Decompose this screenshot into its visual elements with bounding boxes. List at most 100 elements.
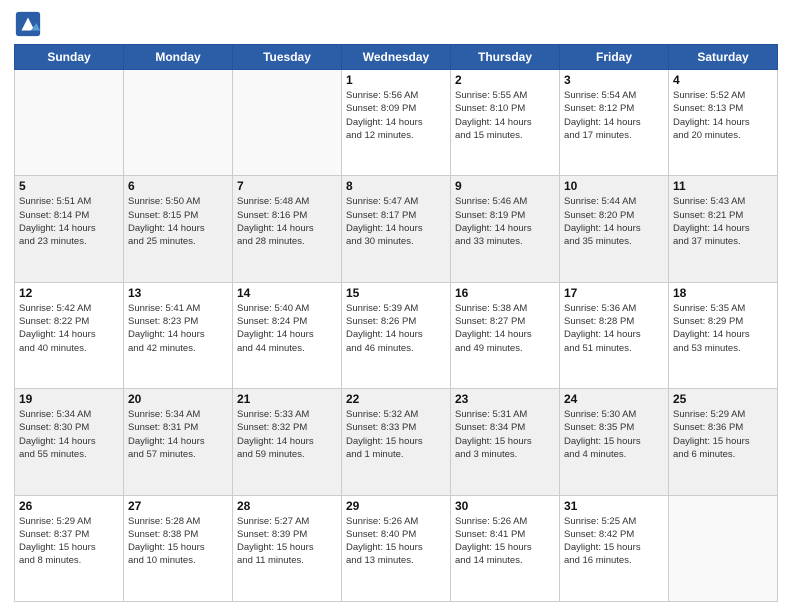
day-number: 13 (128, 286, 228, 300)
day-number: 26 (19, 499, 119, 513)
day-info: Sunrise: 5:54 AM Sunset: 8:12 PM Dayligh… (564, 89, 664, 142)
day-info: Sunrise: 5:25 AM Sunset: 8:42 PM Dayligh… (564, 515, 664, 568)
day-number: 12 (19, 286, 119, 300)
calendar-day-cell: 6 Sunrise: 5:50 AM Sunset: 8:15 PM Daylig… (124, 176, 233, 282)
calendar-day-header: Wednesday (342, 45, 451, 70)
logo (14, 10, 46, 38)
day-number: 2 (455, 73, 555, 87)
day-info: Sunrise: 5:29 AM Sunset: 8:37 PM Dayligh… (19, 515, 119, 568)
day-info: Sunrise: 5:32 AM Sunset: 8:33 PM Dayligh… (346, 408, 446, 461)
day-number: 17 (564, 286, 664, 300)
day-info: Sunrise: 5:46 AM Sunset: 8:19 PM Dayligh… (455, 195, 555, 248)
header (14, 10, 778, 38)
day-number: 10 (564, 179, 664, 193)
day-info: Sunrise: 5:40 AM Sunset: 8:24 PM Dayligh… (237, 302, 337, 355)
calendar-day-cell: 10 Sunrise: 5:44 AM Sunset: 8:20 PM Dayli… (560, 176, 669, 282)
day-info: Sunrise: 5:35 AM Sunset: 8:29 PM Dayligh… (673, 302, 773, 355)
calendar-day-cell: 2 Sunrise: 5:55 AM Sunset: 8:10 PM Daylig… (451, 70, 560, 176)
calendar-week-row: 12 Sunrise: 5:42 AM Sunset: 8:22 PM Dayli… (15, 282, 778, 388)
calendar-day-cell: 21 Sunrise: 5:33 AM Sunset: 8:32 PM Dayli… (233, 389, 342, 495)
day-info: Sunrise: 5:26 AM Sunset: 8:41 PM Dayligh… (455, 515, 555, 568)
day-info: Sunrise: 5:52 AM Sunset: 8:13 PM Dayligh… (673, 89, 773, 142)
day-number: 8 (346, 179, 446, 193)
calendar-day-header: Monday (124, 45, 233, 70)
calendar-header-row: SundayMondayTuesdayWednesdayThursdayFrid… (15, 45, 778, 70)
day-number: 19 (19, 392, 119, 406)
day-number: 4 (673, 73, 773, 87)
day-info: Sunrise: 5:41 AM Sunset: 8:23 PM Dayligh… (128, 302, 228, 355)
day-info: Sunrise: 5:42 AM Sunset: 8:22 PM Dayligh… (19, 302, 119, 355)
day-info: Sunrise: 5:26 AM Sunset: 8:40 PM Dayligh… (346, 515, 446, 568)
day-info: Sunrise: 5:56 AM Sunset: 8:09 PM Dayligh… (346, 89, 446, 142)
day-info: Sunrise: 5:30 AM Sunset: 8:35 PM Dayligh… (564, 408, 664, 461)
calendar-day-cell: 23 Sunrise: 5:31 AM Sunset: 8:34 PM Dayli… (451, 389, 560, 495)
calendar-day-cell: 27Sunrise: 5:28 AM Sunset: 8:38 PM Dayli… (124, 495, 233, 601)
calendar-week-row: 1 Sunrise: 5:56 AM Sunset: 8:09 PM Daylig… (15, 70, 778, 176)
day-info: Sunrise: 5:28 AM Sunset: 8:38 PM Dayligh… (128, 515, 228, 568)
day-number: 30 (455, 499, 555, 513)
day-info: Sunrise: 5:34 AM Sunset: 8:30 PM Dayligh… (19, 408, 119, 461)
day-number: 1 (346, 73, 446, 87)
day-info: Sunrise: 5:33 AM Sunset: 8:32 PM Dayligh… (237, 408, 337, 461)
calendar-day-cell: 18 Sunrise: 5:35 AM Sunset: 8:29 PM Dayli… (669, 282, 778, 388)
day-number: 22 (346, 392, 446, 406)
calendar-day-cell: 24 Sunrise: 5:30 AM Sunset: 8:35 PM Dayli… (560, 389, 669, 495)
day-number: 6 (128, 179, 228, 193)
day-number: 23 (455, 392, 555, 406)
day-number: 25 (673, 392, 773, 406)
day-number: 11 (673, 179, 773, 193)
day-number: 7 (237, 179, 337, 193)
calendar-day-cell: 29 Sunrise: 5:26 AM Sunset: 8:40 PM Dayli… (342, 495, 451, 601)
calendar-week-row: 19 Sunrise: 5:34 AM Sunset: 8:30 PM Dayli… (15, 389, 778, 495)
day-number: 21 (237, 392, 337, 406)
day-number: 24 (564, 392, 664, 406)
day-number: 20 (128, 392, 228, 406)
calendar-day-cell: 13 Sunrise: 5:41 AM Sunset: 8:23 PM Dayli… (124, 282, 233, 388)
day-number: 18 (673, 286, 773, 300)
calendar-day-cell: 11Sunrise: 5:43 AM Sunset: 8:21 PM Dayli… (669, 176, 778, 282)
day-number: 28 (237, 499, 337, 513)
day-info: Sunrise: 5:34 AM Sunset: 8:31 PM Dayligh… (128, 408, 228, 461)
calendar-day-header: Friday (560, 45, 669, 70)
calendar-day-cell: 25 Sunrise: 5:29 AM Sunset: 8:36 PM Dayli… (669, 389, 778, 495)
day-info: Sunrise: 5:47 AM Sunset: 8:17 PM Dayligh… (346, 195, 446, 248)
calendar-day-cell: 31Sunrise: 5:25 AM Sunset: 8:42 PM Dayli… (560, 495, 669, 601)
calendar-day-cell: 16 Sunrise: 5:38 AM Sunset: 8:27 PM Dayli… (451, 282, 560, 388)
calendar-day-cell: 9 Sunrise: 5:46 AM Sunset: 8:19 PM Daylig… (451, 176, 560, 282)
day-number: 5 (19, 179, 119, 193)
calendar-day-cell: 5 Sunrise: 5:51 AM Sunset: 8:14 PM Daylig… (15, 176, 124, 282)
calendar-week-row: 5 Sunrise: 5:51 AM Sunset: 8:14 PM Daylig… (15, 176, 778, 282)
day-number: 15 (346, 286, 446, 300)
day-number: 3 (564, 73, 664, 87)
calendar-day-cell: 30 Sunrise: 5:26 AM Sunset: 8:41 PM Dayli… (451, 495, 560, 601)
day-number: 9 (455, 179, 555, 193)
calendar-day-cell (233, 70, 342, 176)
day-info: Sunrise: 5:38 AM Sunset: 8:27 PM Dayligh… (455, 302, 555, 355)
calendar-day-cell: 28Sunrise: 5:27 AM Sunset: 8:39 PM Dayli… (233, 495, 342, 601)
day-number: 14 (237, 286, 337, 300)
logo-icon (14, 10, 42, 38)
calendar-day-cell: 8 Sunrise: 5:47 AM Sunset: 8:17 PM Daylig… (342, 176, 451, 282)
calendar-day-header: Sunday (15, 45, 124, 70)
calendar-day-cell: 7Sunrise: 5:48 AM Sunset: 8:16 PM Daylig… (233, 176, 342, 282)
day-info: Sunrise: 5:29 AM Sunset: 8:36 PM Dayligh… (673, 408, 773, 461)
calendar-day-cell: 26 Sunrise: 5:29 AM Sunset: 8:37 PM Dayli… (15, 495, 124, 601)
day-info: Sunrise: 5:55 AM Sunset: 8:10 PM Dayligh… (455, 89, 555, 142)
day-info: Sunrise: 5:50 AM Sunset: 8:15 PM Dayligh… (128, 195, 228, 248)
calendar-day-cell: 1 Sunrise: 5:56 AM Sunset: 8:09 PM Daylig… (342, 70, 451, 176)
day-info: Sunrise: 5:36 AM Sunset: 8:28 PM Dayligh… (564, 302, 664, 355)
calendar-table: SundayMondayTuesdayWednesdayThursdayFrid… (14, 44, 778, 602)
calendar-day-cell: 4 Sunrise: 5:52 AM Sunset: 8:13 PM Daylig… (669, 70, 778, 176)
day-info: Sunrise: 5:51 AM Sunset: 8:14 PM Dayligh… (19, 195, 119, 248)
day-number: 29 (346, 499, 446, 513)
calendar-day-cell: 12 Sunrise: 5:42 AM Sunset: 8:22 PM Dayli… (15, 282, 124, 388)
calendar-day-cell (15, 70, 124, 176)
calendar-day-cell: 22 Sunrise: 5:32 AM Sunset: 8:33 PM Dayli… (342, 389, 451, 495)
day-number: 16 (455, 286, 555, 300)
calendar-day-cell: 19 Sunrise: 5:34 AM Sunset: 8:30 PM Dayli… (15, 389, 124, 495)
calendar-day-cell (124, 70, 233, 176)
calendar-day-header: Saturday (669, 45, 778, 70)
calendar-day-cell: 15Sunrise: 5:39 AM Sunset: 8:26 PM Dayli… (342, 282, 451, 388)
day-info: Sunrise: 5:44 AM Sunset: 8:20 PM Dayligh… (564, 195, 664, 248)
day-info: Sunrise: 5:31 AM Sunset: 8:34 PM Dayligh… (455, 408, 555, 461)
